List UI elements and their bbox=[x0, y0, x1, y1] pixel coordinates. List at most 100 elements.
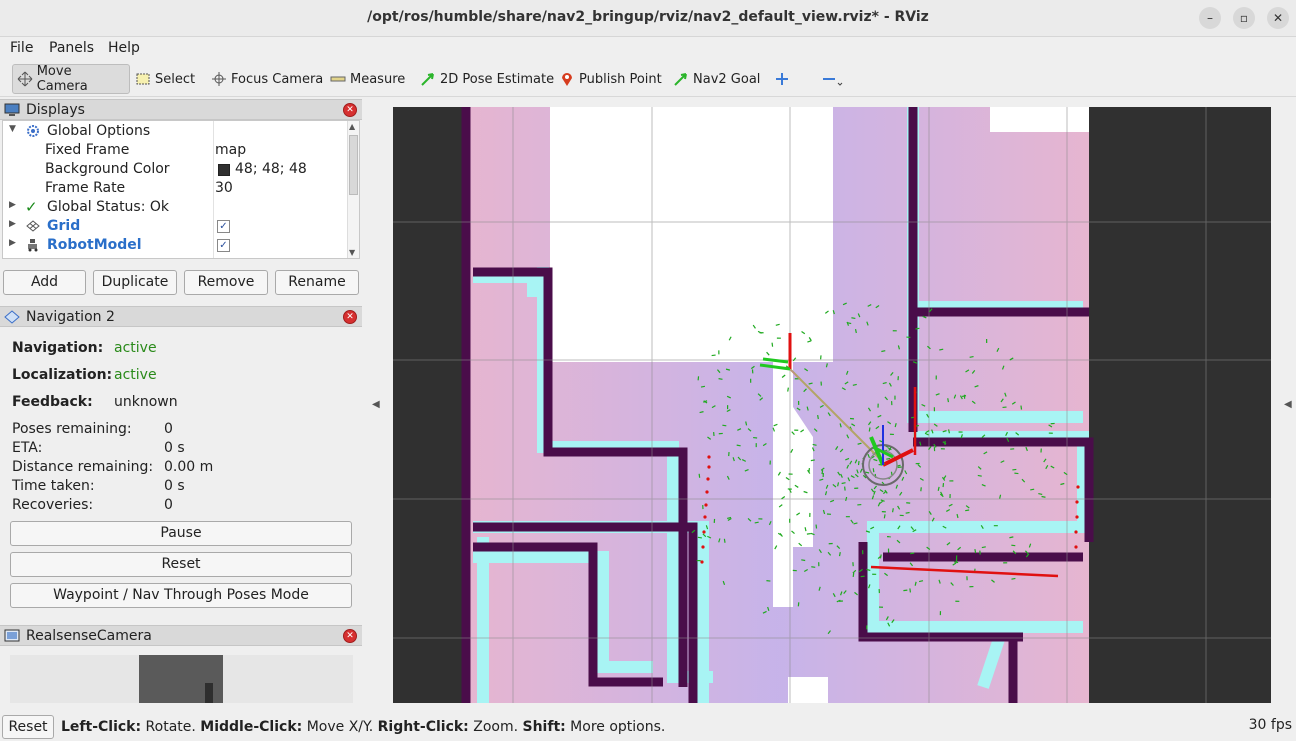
particle-arrow bbox=[837, 482, 840, 487]
pose-estimate-tool[interactable]: 2D Pose Estimate bbox=[416, 64, 558, 94]
tree-row-fixed-frame[interactable]: Fixed Frame map bbox=[3, 141, 349, 160]
publish-point-tool[interactable]: Publish Point bbox=[555, 64, 666, 94]
particle-arrow bbox=[854, 328, 857, 334]
add-tool-button[interactable] bbox=[770, 64, 798, 94]
tree-row-global-options[interactable]: ▼ Global Options bbox=[3, 122, 349, 141]
select-tool[interactable]: Select bbox=[131, 64, 199, 94]
navigation-title: Navigation 2 bbox=[26, 309, 115, 325]
expand-arrow-icon[interactable]: ▶ bbox=[9, 238, 16, 248]
fixed-frame-value[interactable]: map bbox=[215, 142, 246, 158]
hint-middle-key: Middle-Click: bbox=[200, 719, 303, 735]
particle-arrow bbox=[806, 532, 811, 535]
particle-arrow bbox=[700, 385, 706, 388]
particle-arrow bbox=[841, 482, 846, 485]
maximize-icon[interactable]: ▫ bbox=[1233, 7, 1255, 29]
nav2-goal-label: Nav2 Goal bbox=[693, 71, 761, 87]
particle-arrow bbox=[811, 566, 816, 568]
close-icon[interactable]: ✕ bbox=[1267, 7, 1289, 29]
tree-row-grid[interactable]: ▶ Grid ✓ bbox=[3, 217, 349, 236]
tree-row-frame-rate[interactable]: Frame Rate 30 bbox=[3, 179, 349, 198]
tree-scrollbar[interactable]: ▲ ▼ bbox=[347, 121, 359, 258]
feedback-label: Feedback: bbox=[12, 394, 93, 410]
robotmodel-label: RobotModel bbox=[47, 237, 142, 253]
navigation-status-value: active bbox=[114, 340, 157, 356]
expand-arrow-icon[interactable]: ▶ bbox=[9, 200, 16, 210]
fixed-frame-label: Fixed Frame bbox=[45, 142, 130, 158]
global-options-label: Global Options bbox=[47, 123, 151, 139]
particle-arrow bbox=[852, 383, 857, 386]
scrollbar-thumb[interactable] bbox=[349, 135, 358, 195]
camera-feed-image bbox=[139, 655, 223, 703]
particle-arrow bbox=[886, 457, 891, 460]
global-status-label: Global Status: Ok bbox=[47, 199, 170, 215]
distance-remaining-label: Distance remaining: bbox=[12, 459, 154, 475]
particle-arrow bbox=[736, 444, 741, 447]
close-panel-icon[interactable]: ✕ bbox=[343, 310, 357, 324]
ruler-icon bbox=[330, 76, 346, 82]
particle-arrow bbox=[872, 468, 875, 473]
select-label: Select bbox=[155, 71, 196, 87]
eta-value: 0 s bbox=[164, 440, 185, 456]
minimize-icon[interactable]: – bbox=[1199, 7, 1221, 29]
menu-file[interactable]: File bbox=[10, 40, 33, 56]
nav2-goal-tool[interactable]: Nav2 Goal bbox=[669, 64, 764, 94]
gear-icon bbox=[27, 125, 39, 137]
tree-row-global-status[interactable]: ▶ ✓ Global Status: Ok bbox=[3, 198, 349, 217]
move-camera-tool[interactable]: Move Camera bbox=[12, 64, 130, 94]
focus-camera-tool[interactable]: Focus Camera bbox=[207, 64, 327, 94]
particle-arrow bbox=[723, 538, 726, 543]
menu-help[interactable]: Help bbox=[108, 40, 140, 56]
displays-panel-header: Displays ✕ bbox=[0, 99, 362, 120]
close-panel-icon[interactable]: ✕ bbox=[343, 629, 357, 643]
particle-arrow bbox=[1011, 577, 1016, 580]
particle-arrow bbox=[722, 424, 727, 427]
robotmodel-checkbox[interactable]: ✓ bbox=[217, 239, 230, 252]
reset-view-button[interactable]: Reset bbox=[2, 715, 54, 739]
hint-shift-text: More options. bbox=[565, 719, 666, 735]
window-title: /opt/ros/humble/share/nav2_bringup/rviz/… bbox=[367, 9, 929, 25]
duplicate-button[interactable]: Duplicate bbox=[93, 270, 177, 295]
navigation-status-label: Navigation: bbox=[12, 340, 104, 356]
expand-arrow-icon[interactable]: ▼ bbox=[9, 124, 16, 134]
particle-arrow bbox=[879, 554, 882, 559]
color-swatch[interactable] bbox=[218, 164, 230, 176]
particle-arrow bbox=[903, 589, 908, 592]
eta-label: ETA: bbox=[12, 440, 43, 456]
pose-estimate-label: 2D Pose Estimate bbox=[440, 71, 555, 87]
waypoint-mode-button[interactable]: Waypoint / Nav Through Poses Mode bbox=[10, 583, 352, 608]
particle-arrow bbox=[1009, 536, 1014, 539]
poses-remaining-label: Poses remaining: bbox=[12, 421, 132, 437]
grid-checkbox[interactable]: ✓ bbox=[217, 220, 230, 233]
remove-tool-button[interactable] bbox=[817, 64, 851, 94]
menu-bar: File Panels Help bbox=[0, 37, 1296, 59]
tree-row-robotmodel[interactable]: ▶ RobotModel ✓ bbox=[3, 236, 349, 255]
collapse-right-icon[interactable]: ◀ bbox=[1284, 399, 1292, 410]
reset-nav-button[interactable]: Reset bbox=[10, 552, 352, 577]
time-taken-value: 0 s bbox=[164, 478, 185, 494]
tree-row-background-color[interactable]: Background Color 48; 48; 48 bbox=[3, 160, 349, 179]
mouse-hint: Left-Click: Rotate. Middle-Click: Move X… bbox=[61, 719, 665, 735]
particle-arrow bbox=[947, 398, 950, 403]
add-button[interactable]: Add bbox=[3, 270, 86, 295]
background-color-label: Background Color bbox=[45, 161, 170, 177]
toolbar: Move Camera Select Focus Camera Measure … bbox=[0, 60, 1296, 97]
particle-arrow bbox=[981, 546, 986, 549]
green-arrow-icon bbox=[421, 73, 434, 86]
displays-tree[interactable]: ▼ Global Options Fixed Frame map Backgro… bbox=[2, 120, 360, 259]
particle-arrow bbox=[852, 572, 855, 578]
menu-panels[interactable]: Panels bbox=[49, 40, 94, 56]
rename-button[interactable]: Rename bbox=[275, 270, 359, 295]
expand-arrow-icon[interactable]: ▶ bbox=[9, 219, 16, 229]
pause-button[interactable]: Pause bbox=[10, 521, 352, 546]
background-color-value[interactable]: 48; 48; 48 bbox=[235, 161, 307, 177]
render-viewport[interactable] bbox=[393, 107, 1271, 703]
grid-label: Grid bbox=[47, 218, 81, 234]
particle-arrow bbox=[969, 355, 974, 358]
close-panel-icon[interactable]: ✕ bbox=[343, 103, 357, 117]
focus-camera-label: Focus Camera bbox=[231, 71, 324, 87]
measure-tool[interactable]: Measure bbox=[326, 64, 409, 94]
particle-arrow bbox=[1020, 405, 1023, 410]
frame-rate-value[interactable]: 30 bbox=[215, 180, 233, 196]
collapse-left-icon[interactable]: ◀ bbox=[372, 399, 380, 410]
remove-button[interactable]: Remove bbox=[184, 270, 268, 295]
